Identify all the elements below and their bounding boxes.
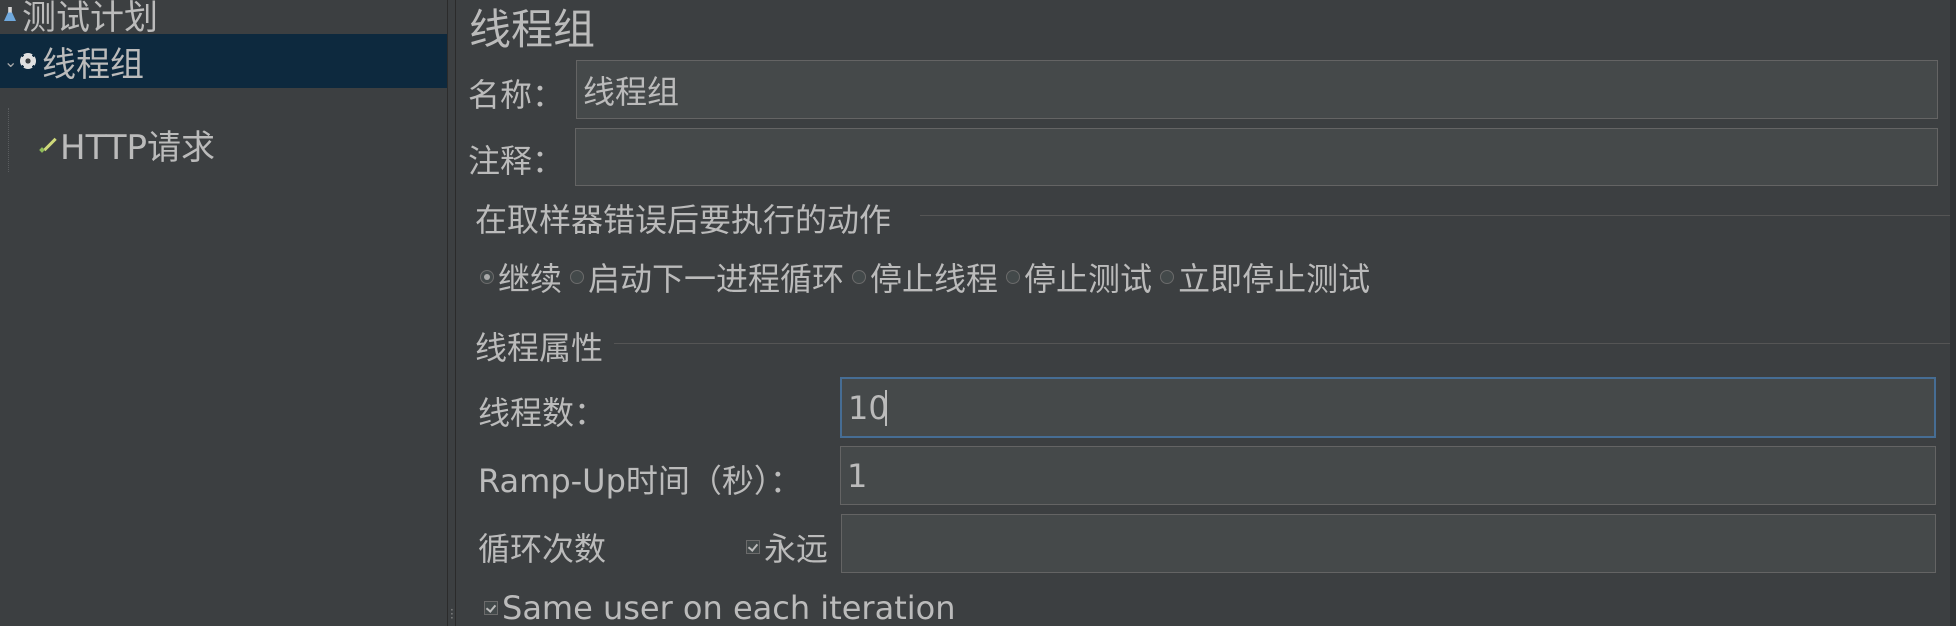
radio-icon[interactable] (1006, 270, 1021, 284)
name-field[interactable] (576, 60, 1938, 119)
rampup-field[interactable] (840, 446, 1936, 505)
name-label: 名称： (468, 76, 565, 114)
pen-icon (40, 135, 58, 153)
scrollbar[interactable] (1950, 0, 1956, 626)
checkbox-checked-icon[interactable] (484, 601, 498, 615)
tree-item-label: 测试计划 (22, 0, 158, 38)
radio-label: 继续 (498, 260, 563, 298)
group-divider (614, 343, 1950, 344)
tree-guide-line (8, 108, 9, 172)
text-cursor (885, 390, 887, 426)
page-title: 线程组 (469, 5, 596, 54)
checkbox-label: Same user on each iteration (502, 589, 956, 626)
threads-field[interactable] (840, 377, 1936, 438)
thread-properties-group-title: 线程属性 (475, 329, 604, 367)
chevron-down-icon[interactable]: ⌄ (4, 52, 18, 71)
thread-group-panel: 线程组 名称： 注释： 在取样器错误后要执行的动作 继续 启动下一进程循环 停止… (456, 0, 1956, 626)
jmeter-window: 测试计划 ⌄ 线程组 HTTP请求 ··· 线程组 名称： 注释： 在取样器错误… (0, 0, 1956, 626)
radio-icon[interactable] (570, 270, 585, 284)
threads-label: 线程数： (478, 394, 607, 432)
test-plan-tree: 测试计划 ⌄ 线程组 HTTP请求 (0, 0, 447, 626)
radio-label: 停止测试 (1024, 260, 1153, 298)
splitter[interactable] (447, 0, 456, 626)
tree-item-thread-group[interactable]: ⌄ 线程组 (0, 34, 447, 88)
group-divider (920, 215, 1950, 216)
error-action-group-title: 在取样器错误后要执行的动作 (475, 201, 892, 239)
rampup-label: Ramp-Up时间（秒）： (478, 462, 802, 500)
radio-stop-thread[interactable]: 停止线程 (852, 254, 998, 300)
radio-stop-test[interactable]: 停止测试 (1006, 254, 1152, 300)
radio-stop-test-now[interactable]: 立即停止测试 (1160, 254, 1370, 300)
same-user-checkbox[interactable]: Same user on each iteration (484, 589, 955, 626)
radio-icon[interactable] (1160, 270, 1175, 284)
tree-item-label: 线程组 (42, 44, 144, 85)
radio-label: 停止线程 (870, 260, 999, 298)
tree-item-label: HTTP请求 (60, 127, 216, 168)
radio-label: 立即停止测试 (1178, 260, 1371, 298)
gear-icon (20, 53, 36, 69)
loop-count-label: 循环次数 (478, 530, 607, 568)
radio-selected-icon[interactable] (480, 270, 494, 284)
checkbox-checked-icon[interactable] (746, 540, 760, 554)
forever-checkbox[interactable]: 永远 (746, 524, 828, 570)
radio-start-next-loop[interactable]: 启动下一进程循环 (570, 254, 844, 300)
radio-icon[interactable] (852, 270, 867, 284)
loop-count-field[interactable] (841, 514, 1936, 573)
flask-icon (4, 7, 16, 21)
comment-label: 注释： (468, 142, 565, 180)
radio-label: 启动下一进程循环 (588, 260, 845, 298)
comment-field[interactable] (575, 128, 1938, 186)
checkbox-label: 永远 (764, 530, 829, 568)
splitter-grip-icon[interactable]: · · · (450, 604, 454, 624)
error-action-options: 继续 启动下一进程循环 停止线程 停止测试 立即停止测试 (480, 254, 1370, 300)
radio-continue[interactable]: 继续 (480, 254, 562, 300)
tree-item-http-request[interactable]: HTTP请求 (40, 112, 215, 176)
